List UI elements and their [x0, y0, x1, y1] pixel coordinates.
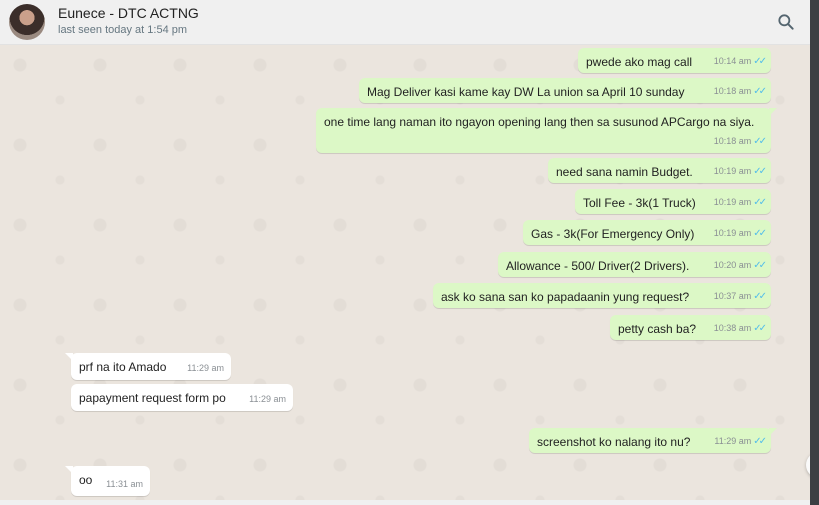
message-bubble-outgoing[interactable]: Toll Fee - 3k(1 Truck) 10:19 am ✓✓ — [575, 189, 771, 214]
message-bubble-outgoing[interactable]: Gas - 3k(For Emergency Only) 10:19 am ✓✓ — [523, 220, 771, 245]
message-time: 11:29 am — [249, 394, 286, 404]
chat-header: Eunece - DTC ACTNG last seen today at 1:… — [0, 0, 810, 45]
message-meta: 10:20 am ✓✓ — [713, 257, 767, 274]
contact-name[interactable]: Eunece - DTC ACTNG — [58, 5, 199, 21]
read-receipt-icon: ✓✓ — [753, 323, 767, 334]
read-receipt-icon: ✓✓ — [753, 228, 767, 239]
message-meta: 11:29 am ✓✓ — [714, 433, 767, 450]
message-time: 10:19 am — [713, 197, 752, 207]
bubble-tail — [65, 353, 73, 361]
message-meta: 10:18 am ✓✓ — [713, 133, 767, 150]
message-time: 10:19 am — [713, 166, 752, 176]
message-time: 10:18 am — [713, 86, 752, 96]
message-meta: 10:19 am ✓✓ — [713, 225, 767, 242]
read-receipt-icon: ✓✓ — [753, 291, 767, 302]
message-list[interactable]: pwede ako mag call 10:14 am ✓✓ Mag Delive… — [0, 45, 810, 500]
message-meta: 11:29 am — [187, 360, 224, 377]
message-meta: 10:19 am ✓✓ — [713, 163, 767, 180]
message-time: 10:18 am — [713, 136, 752, 146]
message-text: Mag Deliver kasi kame kay DW La union sa… — [367, 85, 685, 99]
message-time: 11:31 am — [106, 479, 143, 489]
message-time: 10:38 am — [713, 323, 752, 333]
read-receipt-icon: ✓✓ — [753, 197, 767, 208]
contact-avatar[interactable] — [9, 4, 45, 40]
message-bubble-outgoing[interactable]: screenshot ko nalang ito nu? 11:29 am ✓✓ — [529, 428, 777, 453]
bubble-tail — [769, 108, 777, 116]
message-meta: 10:19 am ✓✓ — [713, 194, 767, 211]
bubble-tail — [769, 428, 777, 436]
message-bubble-incoming[interactable]: prf na ito Amado 11:29 am — [65, 353, 231, 380]
message-bubble-outgoing[interactable]: Mag Deliver kasi kame kay DW La union sa… — [359, 78, 771, 103]
message-bubble-incoming[interactable]: papayment request form po 11:29 am — [71, 384, 293, 411]
message-bubble-outgoing[interactable]: one time lang naman ito ngayon opening l… — [316, 108, 777, 153]
read-receipt-icon: ✓✓ — [753, 86, 767, 97]
message-meta: 11:29 am — [249, 391, 286, 408]
read-receipt-icon: ✓✓ — [753, 136, 767, 147]
message-bubble-outgoing[interactable]: petty cash ba? 10:38 am ✓✓ — [610, 315, 771, 340]
message-time: 10:20 am — [713, 260, 752, 270]
composer-bar-edge — [0, 500, 810, 505]
read-receipt-icon: ✓✓ — [753, 56, 767, 67]
message-bubble-outgoing[interactable]: need sana namin Budget. 10:19 am ✓✓ — [548, 158, 771, 183]
message-meta: 10:18 am ✓✓ — [713, 83, 767, 100]
bubble-tail — [65, 466, 73, 474]
window-edge — [810, 0, 819, 505]
message-bubble-outgoing[interactable]: Allowance - 500/ Driver(2 Drivers). 10:2… — [498, 252, 771, 277]
message-bubble-incoming[interactable]: oo 11:31 am — [65, 466, 150, 496]
message-meta: 10:38 am ✓✓ — [713, 320, 767, 337]
read-receipt-icon: ✓✓ — [753, 166, 767, 177]
search-icon[interactable] — [776, 12, 796, 32]
message-bubble-outgoing[interactable]: pwede ako mag call 10:14 am ✓✓ — [578, 48, 771, 73]
message-time: 10:14 am — [713, 56, 752, 66]
read-receipt-icon: ✓✓ — [753, 260, 767, 271]
message-meta: 10:37 am ✓✓ — [713, 288, 767, 305]
message-meta: 11:31 am — [106, 476, 143, 493]
message-time: 11:29 am — [714, 436, 752, 446]
message-time: 10:19 am — [713, 228, 752, 238]
message-meta: 10:14 am ✓✓ — [713, 53, 767, 70]
message-time: 10:37 am — [713, 291, 752, 301]
last-seen-status: last seen today at 1:54 pm — [58, 24, 188, 36]
message-time: 11:29 am — [187, 363, 224, 373]
read-receipt-icon: ✓✓ — [753, 436, 767, 447]
message-text: one time lang naman ito ngayon opening l… — [324, 115, 755, 129]
message-bubble-outgoing[interactable]: ask ko sana san ko papadaanin yung reque… — [433, 283, 771, 308]
